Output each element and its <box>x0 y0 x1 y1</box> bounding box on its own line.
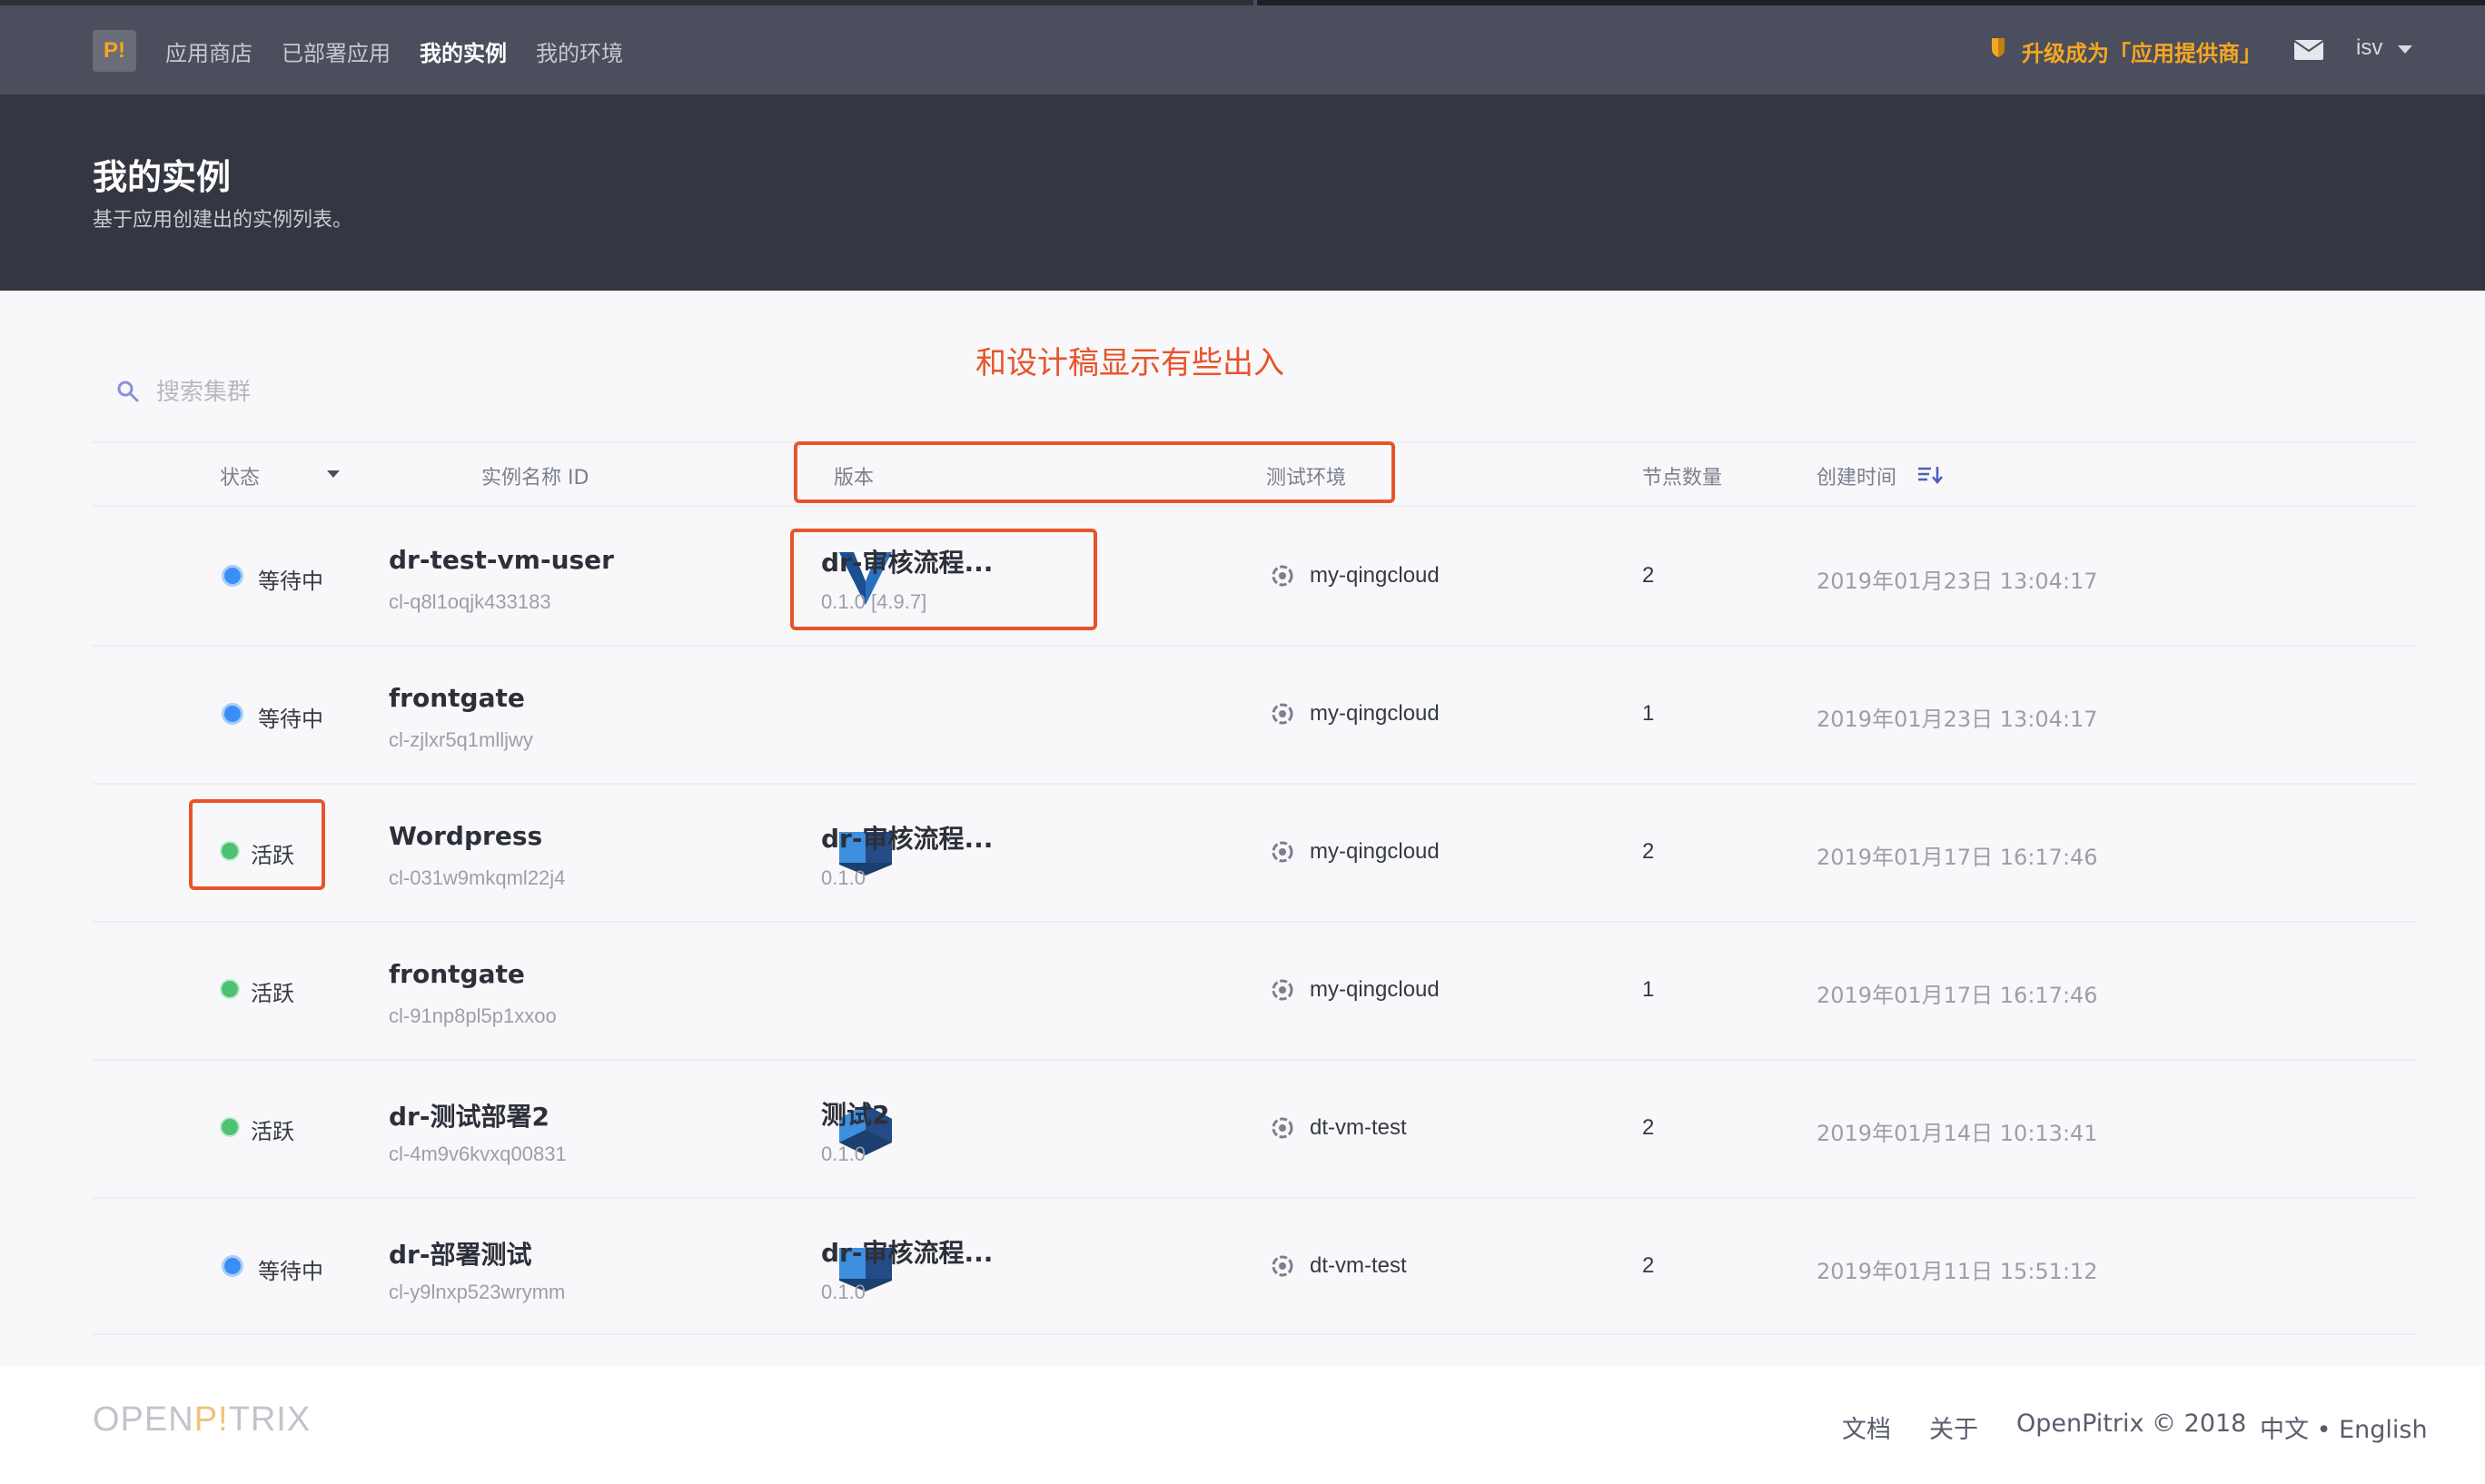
app-version: 0.1.0 <box>821 1281 866 1303</box>
created-time: 2019年01月11日 15:51:12 <box>1817 1259 2098 1284</box>
row-divider <box>93 1333 2416 1335</box>
instance-name[interactable]: dr-部署测试 <box>389 1235 531 1271</box>
window-edge-right <box>1257 0 2485 5</box>
footer-copyright: OpenPitrix © 2018 <box>2016 1410 2247 1438</box>
shield-icon <box>1992 38 2005 57</box>
app-name[interactable]: dr-审核流程... <box>821 819 993 856</box>
user-menu[interactable]: isv <box>2356 35 2382 61</box>
sort-icon[interactable] <box>1916 463 1944 485</box>
status-label: 等待中 <box>258 1259 323 1284</box>
chevron-down-icon[interactable] <box>2398 45 2412 54</box>
footer-logo: OPENP!TRIX <box>93 1400 311 1439</box>
app-name[interactable]: dr-审核流程... <box>821 543 993 579</box>
page-title: 我的实例 <box>93 157 232 197</box>
created-time: 2019年01月17日 16:17:46 <box>1817 983 2098 1008</box>
created-time: 2019年01月17日 16:17:46 <box>1817 845 2098 870</box>
env-name: my-qingcloud <box>1310 977 1440 1002</box>
page-banner <box>0 94 2485 291</box>
env-name: my-qingcloud <box>1310 563 1440 588</box>
node-count: 1 <box>1642 701 1655 726</box>
node-count: 2 <box>1642 563 1655 588</box>
window-edge <box>0 0 1253 5</box>
instance-id: cl-031w9mkqml22j4 <box>389 866 566 889</box>
status-dot-active <box>220 1117 240 1137</box>
status-dot-pending <box>222 703 243 725</box>
env-name: dt-vm-test <box>1310 1253 1407 1278</box>
column-header-nodes: 节点数量 <box>1642 467 1723 490</box>
app-name[interactable]: dr-审核流程... <box>821 1233 993 1270</box>
instance-name[interactable]: frontgate <box>389 683 525 713</box>
instance-id: cl-y9lnxp523wrymm <box>389 1281 566 1303</box>
chevron-down-icon[interactable] <box>327 470 340 478</box>
created-time: 2019年01月23日 13:04:17 <box>1817 707 2098 732</box>
app-name[interactable]: 测试2 <box>821 1095 889 1132</box>
annotation-header-box <box>794 441 1395 503</box>
nav-my-environments[interactable]: 我的环境 <box>536 35 623 67</box>
upgrade-provider-link[interactable]: 升级成为「应用提供商」 <box>2022 35 2262 67</box>
cloud-env-icon <box>1272 1255 1293 1277</box>
nav-my-instances[interactable]: 我的实例 <box>420 35 507 67</box>
footer-logo-open: OPEN <box>93 1400 194 1439</box>
status-label: 活跃 <box>251 981 294 1006</box>
mail-icon[interactable] <box>2294 40 2323 60</box>
status-label: 等待中 <box>258 569 323 594</box>
status-dot-pending <box>222 1255 243 1277</box>
app-logo[interactable]: P! <box>93 30 136 72</box>
cloud-env-icon <box>1272 565 1293 587</box>
footer-logo-mid: P! <box>193 1400 229 1439</box>
instance-name[interactable]: dr-test-vm-user <box>389 545 614 575</box>
cloud-env-icon <box>1272 1117 1293 1139</box>
column-header-status[interactable]: 状态 <box>220 461 260 490</box>
node-count: 2 <box>1642 1253 1655 1278</box>
node-count: 2 <box>1642 1115 1655 1140</box>
footer-docs-link[interactable]: 文档 <box>1842 1410 1891 1445</box>
node-count: 2 <box>1642 839 1655 864</box>
instance-name[interactable]: frontgate <box>389 959 525 989</box>
env-name: dt-vm-test <box>1310 1115 1407 1140</box>
created-time: 2019年01月14日 10:13:41 <box>1817 1121 2098 1146</box>
footer-language-switch[interactable]: 中文 • English <box>2260 1410 2428 1445</box>
app-version: 0.1.0 [4.9.7] <box>821 590 927 613</box>
column-header-name: 实例名称 ID <box>481 467 589 490</box>
status-label: 活跃 <box>251 843 294 868</box>
instance-id: cl-q8l1oqjk433183 <box>389 590 551 613</box>
instance-id: cl-4m9v6kvxq00831 <box>389 1143 567 1165</box>
status-dot-active <box>220 979 240 999</box>
cloud-env-icon <box>1272 841 1293 863</box>
cloud-env-icon <box>1272 703 1293 725</box>
instance-name[interactable]: dr-测试部署2 <box>389 1097 549 1133</box>
annotation-note: 和设计稿显示有些出入 <box>975 345 1284 381</box>
app-version: 0.1.0 <box>821 866 866 889</box>
cloud-env-icon <box>1272 979 1293 1001</box>
search-input[interactable] <box>156 372 701 412</box>
node-count: 1 <box>1642 977 1655 1002</box>
instance-name[interactable]: Wordpress <box>389 821 542 851</box>
footer-about-link[interactable]: 关于 <box>1929 1410 1978 1445</box>
status-label: 活跃 <box>251 1119 294 1144</box>
search-icon <box>117 381 139 402</box>
nav-deployed-apps[interactable]: 已部署应用 <box>282 35 391 67</box>
instance-id: cl-91np8pl5p1xxoo <box>389 1004 557 1027</box>
page-subtitle: 基于应用创建出的实例列表。 <box>93 209 353 232</box>
env-name: my-qingcloud <box>1310 839 1440 864</box>
column-header-created[interactable]: 创建时间 <box>1817 461 1896 490</box>
app-version: 0.1.0 <box>821 1143 866 1165</box>
status-dot-active <box>220 841 240 861</box>
created-time: 2019年01月23日 13:04:17 <box>1817 569 2098 594</box>
env-name: my-qingcloud <box>1310 701 1440 726</box>
status-dot-pending <box>222 565 243 587</box>
nav-app-store[interactable]: 应用商店 <box>165 35 252 67</box>
footer-logo-end: TRIX <box>228 1400 312 1439</box>
status-label: 等待中 <box>258 707 323 732</box>
instance-id: cl-zjlxr5q1mlljwy <box>389 728 533 751</box>
